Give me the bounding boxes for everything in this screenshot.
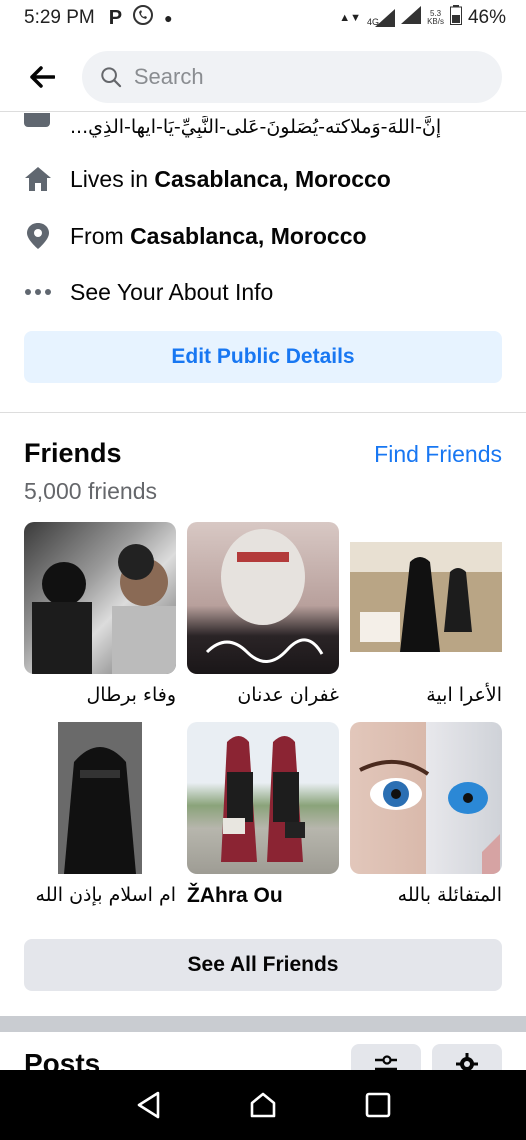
friend-card[interactable]: المتفائلة بالله (350, 722, 502, 906)
friend-photo[interactable] (350, 722, 502, 874)
nav-back-button[interactable] (128, 1085, 168, 1125)
from-prefix: From (70, 222, 131, 249)
whatsapp-icon (132, 4, 154, 32)
battery-percent: 46% (467, 7, 506, 28)
search-input[interactable] (133, 63, 484, 90)
bio-icon (24, 113, 50, 127)
friend-card[interactable]: الأعرا ابية (350, 522, 502, 706)
lives-in-place: Casablanca, Morocco (154, 165, 391, 192)
friend-name[interactable]: ام اسلام بإذن الله (24, 884, 177, 906)
friend-photo[interactable] (350, 522, 502, 674)
find-friends-link[interactable]: Find Friends (374, 441, 502, 468)
friend-name[interactable]: غفران عدنان (187, 684, 339, 706)
nav-recents-button[interactable] (358, 1085, 398, 1125)
lives-in-row: Lives in Casablanca, Morocco (24, 165, 391, 193)
speed-unit: KB/s (427, 17, 444, 26)
friend-photo[interactable] (24, 722, 176, 874)
back-arrow-icon (30, 65, 55, 88)
data-arrows-icon: ▲▼ (339, 12, 362, 24)
bio-text: إنَّ-اللهَ-وَملاكته-يُصَلونَ-عَلى-النَّب… (70, 116, 442, 138)
signal-icon (401, 6, 422, 30)
friend-name[interactable]: وفاء برطال (24, 684, 176, 706)
nav-recents-icon (366, 1092, 391, 1118)
lives-in-prefix: Lives in (70, 165, 155, 192)
nav-home-icon (250, 1092, 276, 1118)
friends-count: 5,000 friends (24, 478, 157, 504)
friend-photo[interactable] (24, 522, 176, 674)
from-row: From Casablanca, Morocco (24, 222, 367, 250)
see-about-label: See Your About Info (70, 278, 274, 305)
nav-home-button[interactable] (243, 1085, 283, 1125)
friend-card[interactable]: ŽAhra Ou (187, 722, 339, 908)
top-bar (0, 42, 526, 112)
section-divider (0, 412, 526, 413)
signal-4g-icon: 4G (367, 9, 396, 27)
friend-photo[interactable] (187, 522, 339, 674)
friend-name[interactable]: ŽAhra Ou (187, 884, 339, 908)
back-button[interactable] (24, 59, 60, 95)
search-icon (101, 66, 122, 87)
more-dots-icon (24, 278, 52, 306)
battery-icon (449, 5, 462, 31)
friend-name[interactable]: المتفائلة بالله (350, 884, 502, 906)
parking-app-icon: P (108, 6, 123, 29)
location-pin-icon (24, 222, 52, 250)
edit-public-details-button[interactable]: Edit Public Details (24, 331, 502, 383)
friend-card[interactable]: ام اسلام بإذن الله (24, 722, 176, 906)
from-place: Casablanca, Morocco (130, 222, 367, 249)
network-speed: 5.3 KB/s (427, 10, 444, 26)
system-nav-bar (0, 1070, 526, 1140)
home-icon (24, 165, 52, 193)
friend-card[interactable]: وفاء برطال (24, 522, 176, 706)
nav-back-icon (137, 1091, 159, 1119)
see-about-row[interactable]: See Your About Info (24, 278, 273, 306)
bio-line: إنَّ-اللهَ-وَملاكته-يُصَلونَ-عَلى-النَّب… (24, 112, 502, 142)
friend-card[interactable]: غفران عدنان (187, 522, 339, 706)
status-bar: 5:29 PM P ● ▲▼ 4G 5.3 KB/s 46% (0, 0, 526, 36)
friends-title: Friends (24, 438, 122, 468)
see-all-friends-button[interactable]: See All Friends (24, 939, 502, 991)
search-box[interactable] (82, 50, 502, 103)
section-separator (0, 1016, 526, 1032)
friend-name[interactable]: الأعرا ابية (350, 684, 502, 706)
status-time: 5:29 PM (24, 7, 95, 28)
friend-photo[interactable] (187, 722, 339, 874)
notification-dot-icon: ● (164, 10, 173, 26)
